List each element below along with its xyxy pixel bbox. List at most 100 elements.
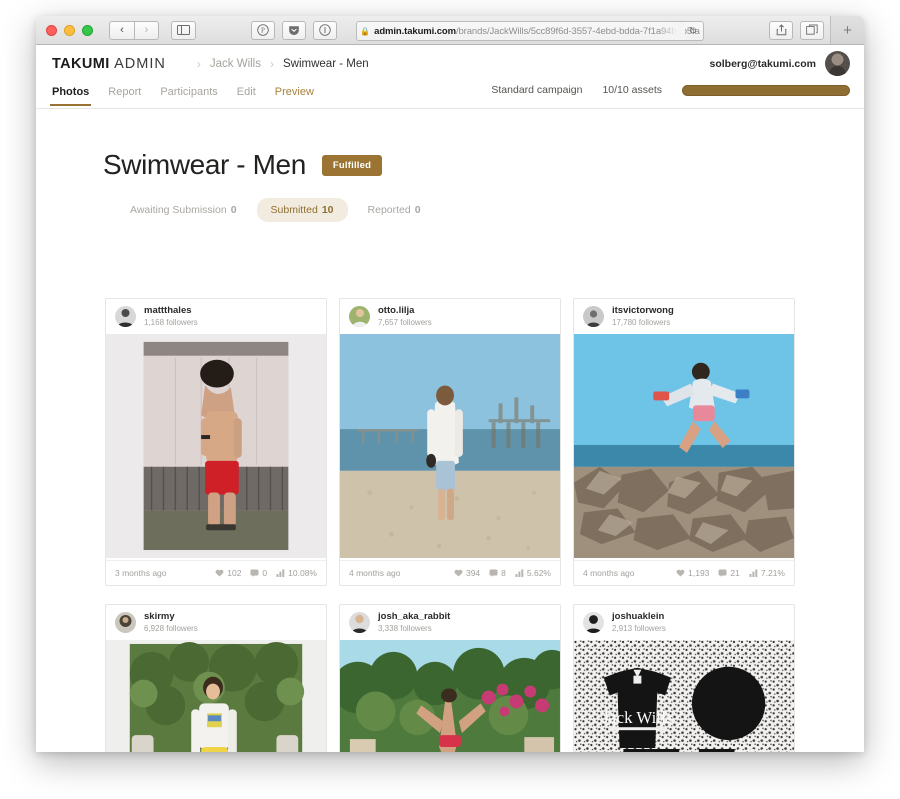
logo-takumi: TAKUMI [52, 55, 110, 72]
username[interactable]: mattthales [144, 305, 198, 317]
page-body: Swimwear - Men Fulfilled Awaiting Submis… [36, 109, 864, 752]
browser-toolbar: ‹ › P 🔒 admin.takumi.com/brands/JackWill… [36, 16, 864, 45]
close-window-button[interactable] [46, 24, 57, 36]
filter-awaiting-submission[interactable]: Awaiting Submission 0 [116, 198, 251, 222]
filter-reported[interactable]: Reported 0 [354, 198, 435, 222]
username[interactable]: otto.lilja [378, 305, 432, 317]
toolbar-right-buttons[interactable] [769, 20, 824, 40]
url-text: admin.takumi.com/brands/JackWills/5cc89f… [374, 26, 700, 37]
filter-submitted[interactable]: Submitted 10 [256, 198, 348, 222]
username[interactable]: itsvictorwong [612, 305, 674, 317]
user-email: solberg@takumi.com [709, 57, 816, 70]
nav-tabs: Photos Report Participants Edit Preview … [36, 82, 864, 108]
sidebar-toggle-icon[interactable] [171, 20, 196, 40]
pocket-icon[interactable] [282, 20, 306, 40]
breadcrumb-brand[interactable]: Jack Wills [210, 58, 261, 70]
avatar[interactable] [825, 51, 850, 76]
engagement-chart-icon [276, 569, 285, 577]
card-user: mattthales 1,168 followers [144, 305, 198, 327]
card-footer: 4 months ago 1,193 21 7.21% [574, 560, 794, 585]
avatar[interactable] [115, 306, 136, 327]
avatar[interactable] [349, 612, 370, 633]
show-tabs-icon[interactable] [800, 20, 824, 40]
likes-stat: 394 [454, 568, 480, 578]
comments-count: 21 [730, 568, 740, 578]
filter-label: Submitted [270, 204, 318, 216]
photo-image[interactable] [106, 640, 326, 752]
extension-buttons[interactable]: P [251, 20, 337, 40]
maximize-window-button[interactable] [82, 24, 93, 36]
pinterest-icon[interactable]: P [251, 20, 275, 40]
avatar[interactable] [583, 306, 604, 327]
title-row: Swimwear - Men Fulfilled [36, 109, 864, 181]
lock-icon: 🔒 [360, 26, 371, 36]
card-user: itsvictorwong 17,780 followers [612, 305, 674, 327]
photo-image[interactable]: Jack Wills [574, 640, 794, 752]
card-header: joshuaklein 2,913 followers [574, 605, 794, 640]
chevron-right-icon: › [196, 56, 201, 71]
followers-count: 6,928 followers [144, 623, 198, 633]
comments-count: 8 [501, 568, 506, 578]
followers-count: 17,780 followers [612, 317, 671, 327]
comments-stat: 21 [718, 568, 740, 578]
followers-count: 3,338 followers [378, 623, 432, 633]
page-viewport: TAKUMI ADMIN › Jack Wills › Swimwear - M… [36, 45, 864, 752]
engagement-rate: 10.08% [288, 568, 317, 578]
filter-count: 10 [321, 204, 334, 216]
share-icon[interactable] [769, 20, 793, 40]
minimize-window-button[interactable] [64, 24, 75, 36]
assets-progress-bar [682, 84, 850, 96]
username[interactable]: skirmy [144, 611, 198, 623]
avatar[interactable] [349, 306, 370, 327]
filter-tabs: Awaiting Submission 0 Submitted 10 Reporte… [36, 181, 864, 222]
new-tab-button[interactable]: + [830, 16, 864, 44]
url-fade [659, 22, 685, 40]
engagement-rate: 5.62% [526, 568, 551, 578]
photo-card[interactable]: itsvictorwong 17,780 followers 4 months … [573, 298, 795, 586]
card-footer: 4 months ago 394 8 5.62% [340, 560, 560, 585]
username[interactable]: joshuaklein [612, 611, 666, 623]
window-controls[interactable] [36, 24, 93, 36]
tab-report[interactable]: Report [108, 86, 141, 104]
filter-count: 0 [414, 204, 421, 216]
filter-label: Awaiting Submission [130, 204, 227, 216]
photo-card[interactable]: mattthales 1,168 followers 3 months ago … [105, 298, 327, 586]
tab-participants[interactable]: Participants [160, 86, 217, 104]
navigation-buttons[interactable]: ‹ › [109, 20, 159, 40]
breadcrumb-campaign[interactable]: Swimwear - Men [283, 58, 369, 70]
tab-preview[interactable]: Preview [275, 86, 314, 104]
photo-card[interactable]: otto.lilja 7,657 followers 4 months ago … [339, 298, 561, 586]
card-footer: 3 months ago 102 0 10.08% [106, 560, 326, 585]
likes-stat: 102 [215, 568, 241, 578]
tab-edit[interactable]: Edit [237, 86, 256, 104]
photo-image[interactable] [340, 640, 560, 752]
user-area[interactable]: solberg@takumi.com [709, 51, 850, 76]
followers-count: 1,168 followers [144, 317, 198, 327]
engagement-stat: 10.08% [276, 568, 317, 578]
timestamp: 3 months ago [115, 568, 167, 578]
photo-card[interactable]: joshuaklein 2,913 followers Jack Wills [573, 604, 795, 752]
username[interactable]: josh_aka_rabbit [378, 611, 450, 623]
address-bar[interactable]: 🔒 admin.takumi.com/brands/JackWills/5cc8… [356, 21, 704, 41]
card-header: josh_aka_rabbit 3,338 followers [340, 605, 560, 640]
photo-card[interactable]: josh_aka_rabbit 3,338 followers [339, 604, 561, 752]
reload-icon[interactable]: ↻ [689, 26, 697, 37]
tab-photos[interactable]: Photos [49, 86, 92, 106]
avatar[interactable] [115, 612, 136, 633]
followers-count: 2,913 followers [612, 623, 666, 633]
comments-stat: 8 [489, 568, 506, 578]
app-logo[interactable]: TAKUMI ADMIN [52, 56, 166, 72]
avatar[interactable] [583, 612, 604, 633]
app-header: TAKUMI ADMIN › Jack Wills › Swimwear - M… [36, 45, 864, 109]
photo-image[interactable] [574, 334, 794, 560]
back-arrow-icon[interactable]: ‹ [109, 20, 134, 40]
card-user: otto.lilja 7,657 followers [378, 305, 432, 327]
assets-count: 10/10 assets [602, 84, 662, 96]
forward-arrow-icon[interactable]: › [134, 20, 159, 40]
photo-image[interactable] [340, 334, 560, 560]
comment-icon [250, 569, 259, 577]
onepassword-icon[interactable] [313, 20, 337, 40]
photo-card[interactable]: skirmy 6,928 followers [105, 604, 327, 752]
photo-image[interactable] [106, 334, 326, 560]
filter-label: Reported [367, 204, 411, 216]
